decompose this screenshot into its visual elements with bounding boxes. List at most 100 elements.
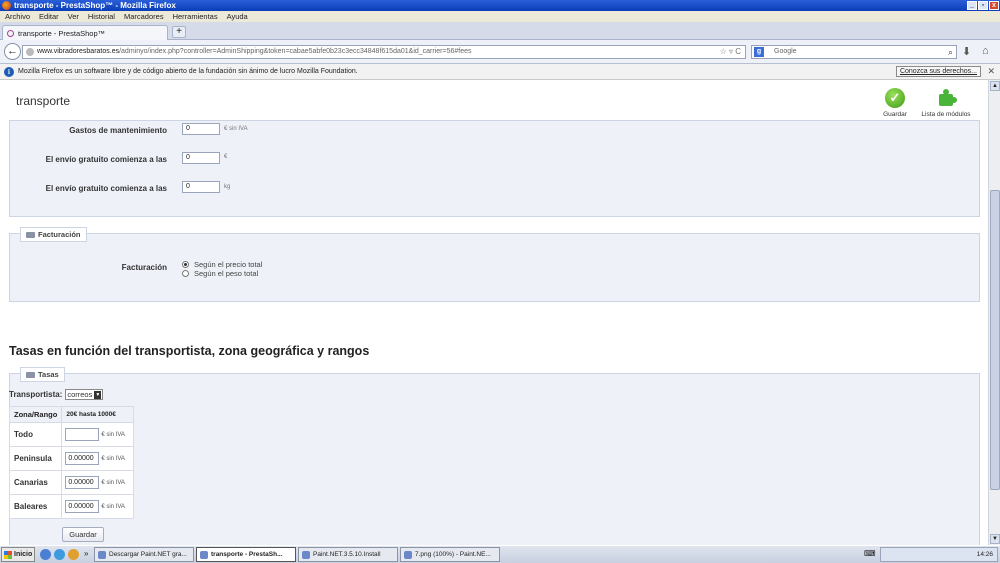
scroll-down-icon[interactable]: ▼ (990, 534, 1000, 544)
zone-name: Peninsula (8, 446, 63, 471)
url-host: www.vibradoresbaratos.es (37, 48, 120, 55)
new-tab-button[interactable]: + (172, 26, 186, 38)
save-toolbar-label: Guardar (883, 111, 907, 118)
back-arrow-icon[interactable]: ← (4, 43, 21, 60)
table-row: Baleares 0.00000 € sin IVA (8, 494, 135, 519)
free-shipping-price-label: El envío gratuito comienza a las (45, 155, 167, 164)
search-placeholder: Google (774, 48, 797, 55)
radio-selected-icon[interactable] (182, 261, 189, 268)
menu-herramientas[interactable]: Herramientas (173, 12, 218, 21)
puzzle-icon (935, 88, 957, 108)
table-row: Todo € sin IVA (8, 422, 135, 447)
zone-rate-input[interactable] (65, 428, 100, 441)
truck-icon (26, 231, 35, 238)
chevron-down-icon: ▼ (94, 390, 102, 399)
close-notification-icon[interactable]: ✕ (987, 66, 995, 77)
zone-rate-unit: € sin IVA (101, 480, 125, 487)
menu-ayuda[interactable]: Ayuda (227, 12, 248, 21)
menu-marcadores[interactable]: Marcadores (124, 12, 164, 21)
know-your-rights-button[interactable]: Conozca sus derechos... (895, 66, 981, 77)
truck-icon (26, 371, 35, 378)
scroll-thumb[interactable] (990, 190, 1000, 490)
google-engine-icon[interactable]: g (754, 47, 764, 57)
admin-toolbar: transporte ✓ Guardar Lista de módulos (0, 80, 988, 120)
tab-transporte[interactable]: transporte - PrestaShop™ (2, 25, 168, 40)
billing-legend: Facturación (20, 227, 87, 242)
rates-heading: Tasas en función del transportista, zona… (9, 344, 370, 358)
notification-bar: i Mozilla Firefox es un software libre y… (0, 64, 1000, 80)
page-scrollbar[interactable]: ▲ ▼ (988, 80, 1000, 545)
show-desktop-icon[interactable] (40, 549, 51, 560)
menu-historial[interactable]: Historial (88, 12, 115, 21)
chrome-icon[interactable] (68, 549, 79, 560)
fees-panel: Gastos de mantenimiento 0 € sin IVA El e… (9, 120, 980, 217)
url-bar[interactable]: www.vibradoresbaratos.es/adminyo/index.p… (22, 45, 746, 59)
zone-rate-unit: € sin IVA (101, 456, 125, 463)
page-content: transporte ✓ Guardar Lista de módulos Ga… (0, 80, 988, 545)
save-rates-button[interactable]: Guardar (62, 527, 104, 542)
bookmark-star-icon[interactable]: ☆ ▿ C (720, 46, 741, 58)
free-shipping-weight-input[interactable]: 0 (182, 181, 220, 193)
radio-unselected-icon[interactable] (182, 270, 189, 277)
checkmark-icon: ✓ (885, 88, 905, 108)
task-paintnet-download[interactable]: Descargar Paint.NET gra... (94, 547, 194, 562)
more-quicklaunch-icon[interactable]: » (84, 549, 88, 558)
carrier-select[interactable]: correos ▼ (65, 389, 104, 400)
billing-option-weight-label: Según el peso total (194, 269, 259, 278)
handling-fee-unit: € sin IVA (224, 126, 248, 132)
menu-archivo[interactable]: Archivo (5, 12, 30, 21)
zone-name: Baleares (8, 494, 63, 519)
handling-fee-input[interactable]: 0 (182, 123, 220, 135)
billing-label: Facturación (121, 263, 167, 272)
zone-rate-input[interactable]: 0.00000 (65, 452, 100, 465)
download-icon[interactable]: ⬇ (962, 45, 971, 58)
maximize-button[interactable]: ▫ (978, 1, 988, 10)
rates-table: Zona/Rango 20€ hasta 1000€ Todo € sin IV… (8, 406, 135, 519)
ie-icon[interactable] (54, 549, 65, 560)
modules-list-label: Lista de módulos (921, 111, 971, 118)
scroll-up-icon[interactable]: ▲ (990, 81, 1000, 91)
home-icon[interactable]: ⌂ (982, 45, 989, 57)
system-tray: 14:26 (880, 547, 998, 562)
task-paintnet-install[interactable]: Paint.NET.3.5.10.Install (298, 547, 398, 562)
carrier-selector-row: Transportista: correos ▼ (9, 389, 104, 400)
close-window-button[interactable]: x (989, 1, 999, 10)
menu-ver[interactable]: Ver (68, 12, 79, 21)
clock[interactable]: 14:26 (977, 551, 993, 558)
zone-rate-unit: € sin IVA (101, 432, 125, 439)
modules-list-button[interactable]: Lista de módulos (918, 88, 974, 118)
free-shipping-price-unit: € (224, 154, 228, 160)
rates-legend-label: Tasas (38, 370, 59, 379)
prestashop-favicon-icon (7, 29, 14, 37)
range-header: 20€ hasta 1000€ (61, 406, 135, 423)
task-firefox-transporte[interactable]: transporte - PrestaSh... (196, 547, 296, 562)
billing-option-price[interactable]: Según el precio total (182, 260, 262, 269)
carrier-select-value: correos (67, 390, 93, 399)
window-title: transporte - PrestaShop™ - Mozilla Firef… (14, 1, 176, 10)
menu-editar[interactable]: Editar (39, 12, 59, 21)
zone-rate-input[interactable]: 0.00000 (65, 500, 100, 513)
search-icon[interactable]: ⌕ (948, 46, 953, 58)
carrier-label: Transportista: (9, 390, 63, 399)
firefox-icon (2, 1, 11, 10)
start-button[interactable]: Inicio (1, 547, 35, 562)
billing-legend-label: Facturación (38, 230, 81, 239)
keyboard-icon[interactable]: ⌨ (864, 549, 876, 558)
menu-bar: Archivo Editar Ver Historial Marcadores … (0, 11, 1000, 22)
zone-name: Canarias (8, 470, 63, 495)
zone-rate-input[interactable]: 0.00000 (65, 476, 100, 489)
search-bar[interactable]: g Google ⌕ (751, 45, 957, 59)
site-identity-icon[interactable] (26, 48, 34, 56)
info-icon: i (4, 66, 14, 77)
free-shipping-price-input[interactable]: 0 (182, 152, 220, 164)
free-shipping-weight-label: El envío gratuito comienza a las (45, 184, 167, 193)
notification-text: Mozilla Firefox es un software libre y d… (18, 68, 358, 75)
task-paintnet-image[interactable]: 7.png (100%) - Paint.NE... (400, 547, 500, 562)
minimize-button[interactable]: _ (967, 1, 977, 10)
billing-option-weight[interactable]: Según el peso total (182, 269, 258, 278)
save-toolbar-button[interactable]: ✓ Guardar (880, 88, 910, 118)
zone-range-header: Zona/Rango (8, 406, 63, 423)
billing-option-price-label: Según el precio total (194, 260, 263, 269)
billing-panel: Facturación Facturación Según el precio … (9, 227, 980, 302)
rates-panel: Tasas (9, 367, 980, 545)
